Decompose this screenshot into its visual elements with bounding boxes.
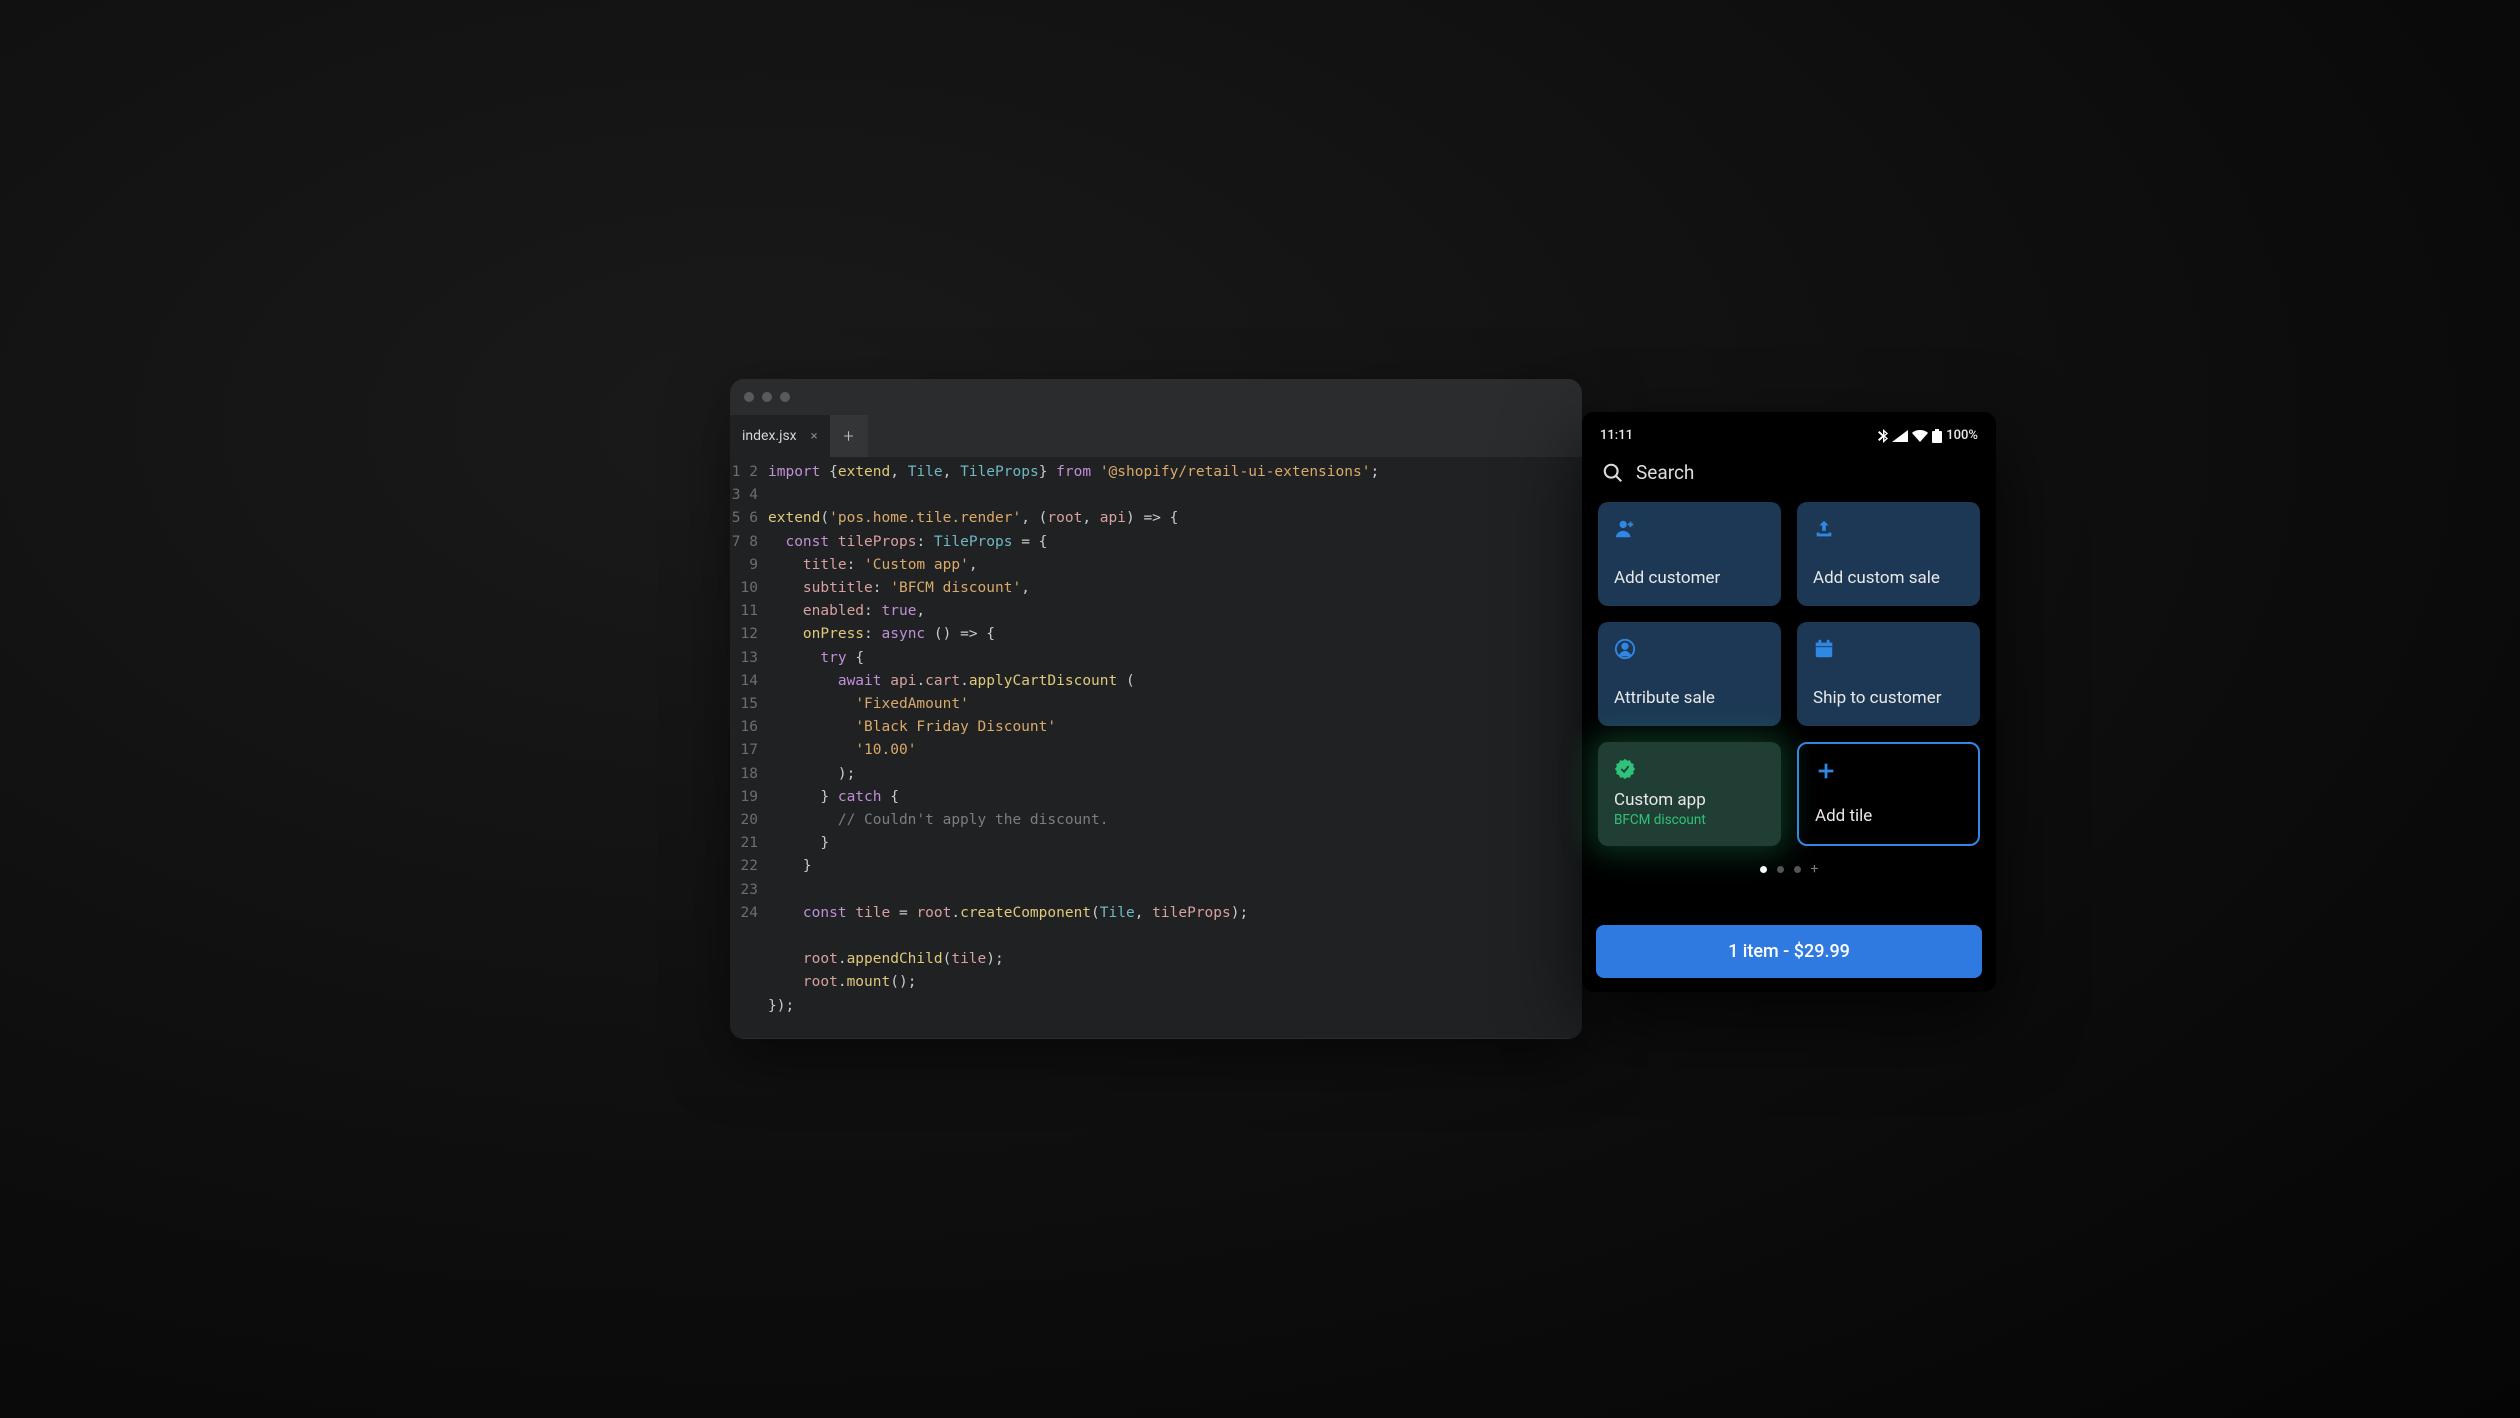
window-titlebar (730, 379, 1582, 415)
search-row[interactable]: Search (1596, 453, 1982, 502)
close-icon[interactable]: × (811, 429, 818, 444)
tab-label: index.jsx (742, 428, 797, 444)
tile-ship-to-customer[interactable]: Ship to customer (1797, 622, 1980, 726)
tile-add-custom-sale[interactable]: Add custom sale (1797, 502, 1980, 606)
person-icon (1614, 518, 1636, 540)
signal-icon (1892, 430, 1908, 442)
code-area[interactable]: 1 2 3 4 5 6 7 8 9 10 11 12 13 14 15 16 1… (730, 457, 1582, 1038)
wifi-icon (1912, 430, 1928, 442)
tile-add-customer[interactable]: Add customer (1598, 502, 1781, 606)
search-icon (1602, 462, 1624, 484)
status-bar: 11:11 100% (1596, 426, 1982, 453)
upload-icon (1813, 518, 1835, 540)
person-circle-icon (1614, 638, 1636, 660)
code-editor-window: index.jsx × + 1 2 3 4 5 6 7 8 9 10 11 12… (730, 379, 1582, 1039)
tile-attribute-sale[interactable]: Attribute sale (1598, 622, 1781, 726)
tile-label: Ship to customer (1813, 688, 1964, 708)
tile-label: Custom app (1614, 790, 1765, 810)
battery-icon (1932, 429, 1942, 443)
tile-label: Attribute sale (1614, 688, 1765, 708)
calendar-icon (1813, 638, 1835, 660)
tile-label: Add customer (1614, 568, 1765, 588)
cart-button[interactable]: 1 item - $29.99 (1596, 925, 1982, 978)
tab-row: index.jsx × + (730, 415, 1582, 457)
plus-icon (1815, 760, 1837, 782)
tile-subtitle: BFCM discount (1614, 812, 1765, 828)
window-close-dot[interactable] (744, 392, 754, 402)
window-max-dot[interactable] (780, 392, 790, 402)
status-time: 11:11 (1600, 428, 1633, 443)
page-indicator: + (1596, 846, 1982, 887)
line-gutter: 1 2 3 4 5 6 7 8 9 10 11 12 13 14 15 16 1… (730, 461, 768, 1018)
tile-label: Add tile (1815, 806, 1962, 826)
tile-label: Add custom sale (1813, 568, 1964, 588)
status-icons: 100% (1878, 428, 1978, 443)
page-dot-3[interactable] (1794, 866, 1801, 873)
tile-grid: Add customer Add custom sale Attribute s… (1596, 502, 1982, 846)
page-dot-1[interactable] (1760, 866, 1767, 873)
battery-percent: 100% (1946, 428, 1978, 443)
cart-button-label: 1 item - $29.99 (1728, 941, 1850, 962)
page-add-icon[interactable]: + (1811, 866, 1819, 873)
tab-index-jsx[interactable]: index.jsx × (730, 415, 830, 457)
phone-preview: 11:11 100% Search Add customer Add custo… (1582, 412, 1996, 992)
search-label: Search (1636, 461, 1694, 484)
code-text[interactable]: import {extend, Tile, TileProps} from '@… (768, 461, 1379, 1018)
new-tab-button[interactable]: + (830, 415, 868, 457)
tile-add-tile[interactable]: Add tile (1797, 742, 1980, 846)
verified-icon (1614, 758, 1636, 780)
tile-custom-app[interactable]: Custom app BFCM discount (1598, 742, 1781, 846)
page-dot-2[interactable] (1777, 866, 1784, 873)
bluetooth-icon (1878, 429, 1888, 443)
window-min-dot[interactable] (762, 392, 772, 402)
